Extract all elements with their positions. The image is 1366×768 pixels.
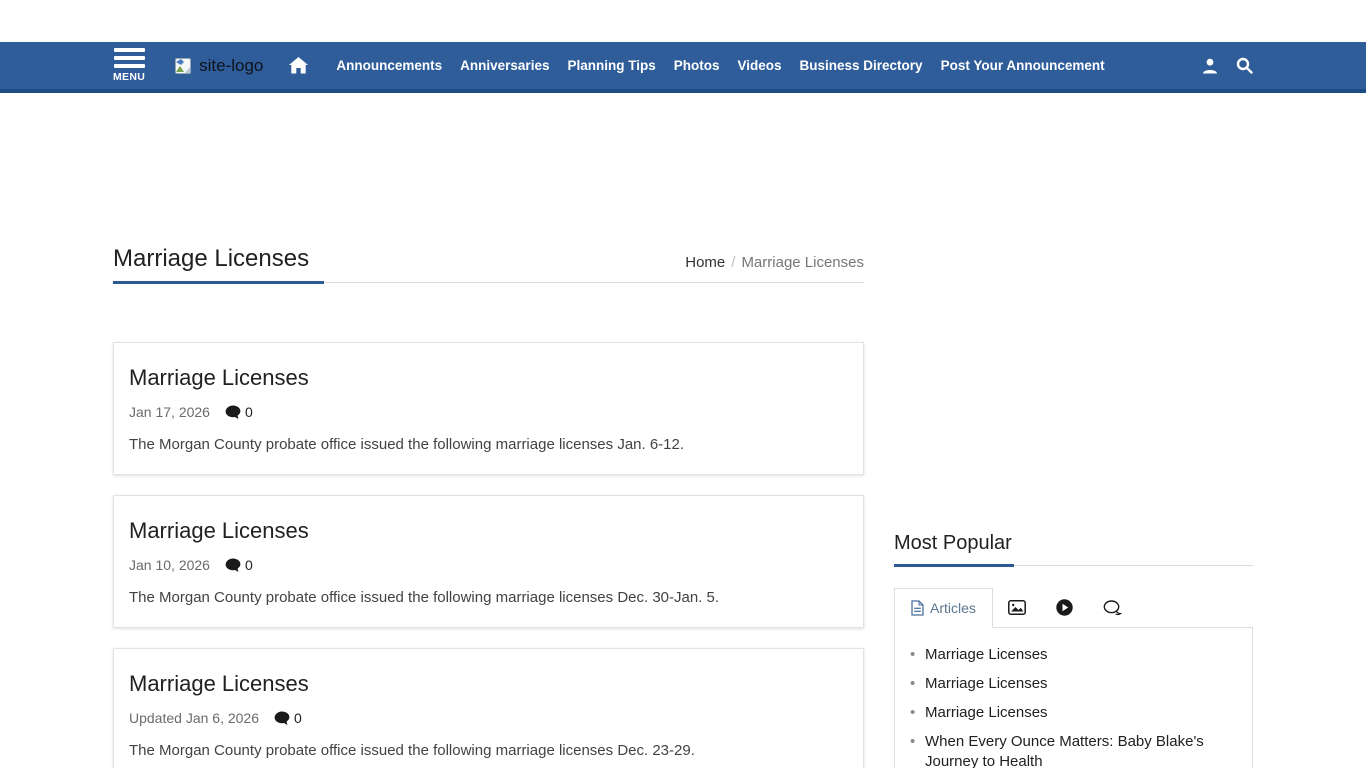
title-underline <box>113 281 324 284</box>
article-card: Marriage Licenses Updated Jan 6, 2026 0 … <box>113 648 864 768</box>
comments-icon <box>1103 600 1122 616</box>
article-title-link[interactable]: Marriage Licenses <box>129 365 848 391</box>
top-whitespace <box>0 0 1366 42</box>
site-logo[interactable]: site-logo <box>175 56 263 76</box>
most-popular-title: Most Popular <box>894 532 1253 555</box>
breadcrumb-current: Marriage Licenses <box>741 254 864 271</box>
article-card: Marriage Licenses Jan 17, 2026 0 The Mor… <box>113 342 864 475</box>
most-popular-widget: Most Popular Articles <box>894 532 1253 768</box>
breadcrumb-home-link[interactable]: Home <box>685 254 725 271</box>
popular-item-link[interactable]: Marriage Licenses <box>907 703 1240 723</box>
article-title-link[interactable]: Marriage Licenses <box>129 518 848 544</box>
most-popular-tabs: Articles <box>894 588 1253 627</box>
main-column: Marriage Licenses Home/Marriage Licenses… <box>113 245 864 768</box>
comment-count: 0 <box>245 404 253 420</box>
user-icon <box>1201 57 1219 75</box>
article-summary: The Morgan County probate office issued … <box>129 742 848 759</box>
comment-icon <box>274 711 290 726</box>
main-navbar: MENU site-logo Announcements A <box>0 42 1366 93</box>
image-icon <box>1008 600 1026 615</box>
menu-label: MENU <box>113 71 145 83</box>
most-popular-header: Most Popular <box>894 532 1253 566</box>
page-title: Marriage Licenses <box>113 245 309 273</box>
nav-item-business-directory[interactable]: Business Directory <box>800 58 923 73</box>
document-icon <box>911 600 924 616</box>
play-circle-icon <box>1056 599 1073 616</box>
article-title-link[interactable]: Marriage Licenses <box>129 671 848 697</box>
comment-count: 0 <box>294 710 302 726</box>
most-popular-list: Marriage Licenses Marriage Licenses Marr… <box>907 645 1240 768</box>
tab-articles-label: Articles <box>930 600 976 616</box>
nav-links: Announcements Anniversaries Planning Tip… <box>336 58 1104 73</box>
menu-button[interactable]: MENU <box>113 48 145 83</box>
search-icon <box>1236 57 1253 74</box>
navbar-inner: MENU site-logo Announcements A <box>113 42 1253 89</box>
tab-images[interactable] <box>993 588 1041 627</box>
hamburger-icon <box>114 48 145 68</box>
nav-item-announcements[interactable]: Announcements <box>336 58 442 73</box>
popular-item-link[interactable]: Marriage Licenses <box>907 645 1240 665</box>
nav-item-photos[interactable]: Photos <box>674 58 720 73</box>
article-list: Marriage Licenses Jan 17, 2026 0 The Mor… <box>113 342 864 768</box>
article-meta: Updated Jan 6, 2026 0 <box>129 710 848 726</box>
comments-link[interactable]: 0 <box>274 710 302 726</box>
logo-alt-text: site-logo <box>199 56 263 76</box>
search-button[interactable] <box>1236 57 1253 74</box>
page-header: Marriage Licenses Home / Marriage Licenses <box>113 245 864 283</box>
tab-videos[interactable] <box>1041 588 1088 627</box>
article-date: Jan 17, 2026 <box>129 404 210 420</box>
comments-link[interactable]: 0 <box>225 557 253 573</box>
nav-item-videos[interactable]: Videos <box>737 58 781 73</box>
tab-articles[interactable]: Articles <box>894 588 993 628</box>
nav-item-post-your-announcement[interactable]: Post Your Announcement <box>941 58 1105 73</box>
article-card: Marriage Licenses Jan 10, 2026 0 The Mor… <box>113 495 864 628</box>
nav-item-planning-tips[interactable]: Planning Tips <box>567 58 655 73</box>
article-meta: Jan 10, 2026 0 <box>129 557 848 573</box>
user-account-button[interactable] <box>1201 57 1219 75</box>
article-meta: Jan 17, 2026 0 <box>129 404 848 420</box>
breadcrumb: Home / Marriage Licenses <box>685 254 864 273</box>
sidebar: Most Popular Articles <box>894 245 1253 768</box>
comments-link[interactable]: 0 <box>225 404 253 420</box>
broken-image-icon <box>175 58 195 74</box>
article-date: Updated Jan 6, 2026 <box>129 710 259 726</box>
content-area: Marriage Licenses Home/Marriage Licenses… <box>113 93 1253 768</box>
most-popular-underline <box>894 564 1014 567</box>
article-summary: The Morgan County probate office issued … <box>129 436 848 453</box>
most-popular-panel: Marriage Licenses Marriage Licenses Marr… <box>894 627 1253 768</box>
article-date: Jan 10, 2026 <box>129 557 210 573</box>
navbar-right <box>1201 57 1253 75</box>
nav-home[interactable] <box>289 57 308 74</box>
breadcrumb-separator: / <box>731 254 735 271</box>
nav-item-anniversaries[interactable]: Anniversaries <box>460 58 549 73</box>
home-icon <box>289 57 308 74</box>
comment-icon <box>225 405 241 420</box>
comment-count: 0 <box>245 557 253 573</box>
popular-item-link[interactable]: Marriage Licenses <box>907 674 1240 694</box>
popular-item-link[interactable]: When Every Ounce Matters: Baby Blake's J… <box>907 732 1240 768</box>
article-summary: The Morgan County probate office issued … <box>129 589 848 606</box>
tab-commented[interactable] <box>1088 588 1137 627</box>
comment-icon <box>225 558 241 573</box>
